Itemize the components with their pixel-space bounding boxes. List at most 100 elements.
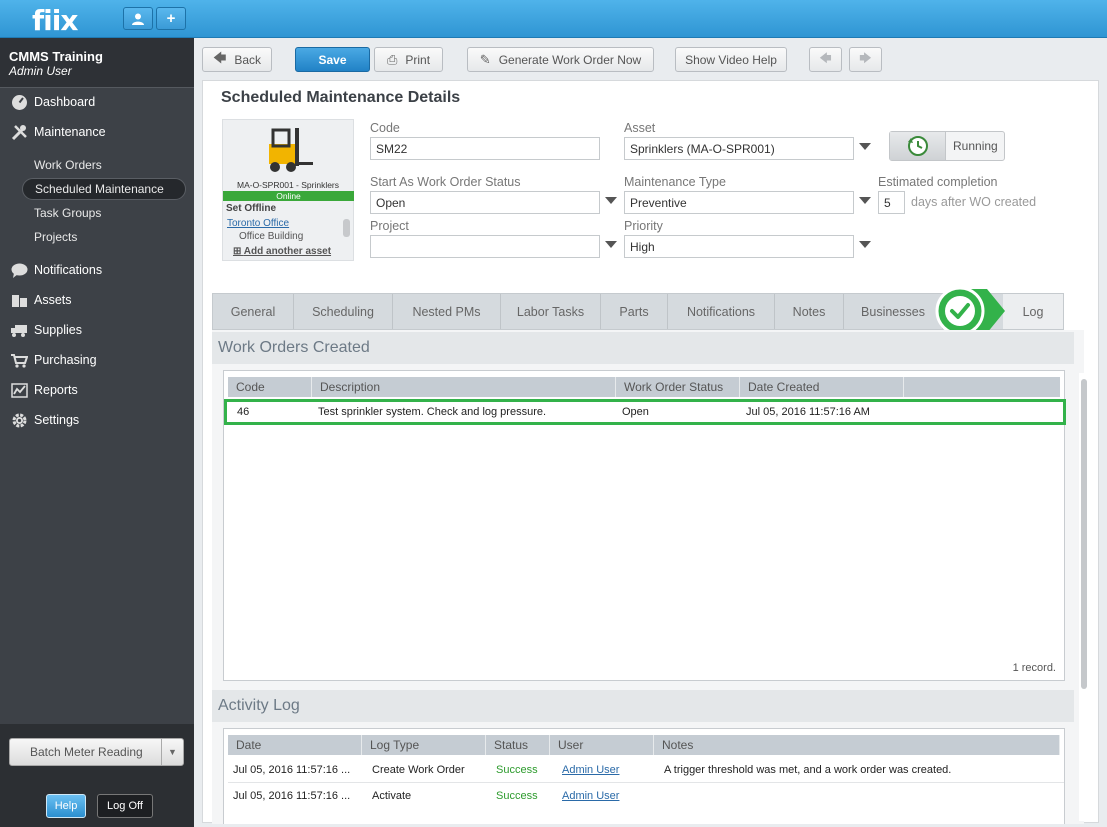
running-toggle[interactable]: Running <box>889 131 1005 161</box>
table-row[interactable]: Jul 05, 2016 11:57:16 ... Activate Succe… <box>228 783 1064 809</box>
code-field[interactable]: SM22 <box>370 137 600 160</box>
work-orders-header: Code Description Work Order Status Date … <box>228 377 1060 397</box>
sidebar-bottom: Batch Meter Reading ▼ Help Log Off <box>0 724 194 827</box>
table-row[interactable]: 46 Test sprinkler system. Check and log … <box>224 399 1066 425</box>
table-row[interactable]: Jul 05, 2016 11:57:16 ... Create Work Or… <box>228 757 1064 783</box>
location-link[interactable]: Toronto Office <box>227 218 289 229</box>
gear-icon <box>10 411 28 429</box>
col-status[interactable]: Status <box>486 735 550 755</box>
content-scrollbar[interactable] <box>1079 373 1089 821</box>
work-orders-created-title: Work Orders Created <box>212 332 1074 364</box>
show-video-help-button[interactable]: Show Video Help <box>675 47 787 72</box>
cell-description: Test sprinkler system. Check and log pre… <box>318 406 547 418</box>
speech-bubble-icon <box>10 261 28 279</box>
col-log-type[interactable]: Log Type <box>362 735 486 755</box>
set-offline-link[interactable]: Set Offline <box>226 203 276 214</box>
add-another-asset-link[interactable]: ⊞ Add another asset <box>233 246 331 257</box>
tab-scheduling[interactable]: Scheduling <box>294 294 393 329</box>
nav-notifications[interactable]: Notifications <box>0 256 194 284</box>
nav-supplies[interactable]: Supplies <box>0 316 194 344</box>
work-orders-grid: Code Description Work Order Status Date … <box>223 370 1066 681</box>
print-label: Print <box>405 52 431 67</box>
tab-parts[interactable]: Parts <box>601 294 668 329</box>
cell-user-link[interactable]: Admin User <box>552 757 654 782</box>
add-asset-label: Add another asset <box>243 246 332 257</box>
col-work-order-status[interactable]: Work Order Status <box>616 377 740 397</box>
plus-icon: ⊞ <box>233 246 244 257</box>
cell-user-link[interactable]: Admin User <box>552 783 654 809</box>
chevron-down-icon[interactable]: ▼ <box>161 739 183 765</box>
status-label: Start As Work Order Status <box>370 175 521 189</box>
estimated-completion-label: Estimated completion <box>878 175 998 189</box>
help-button[interactable]: Help <box>46 794 86 818</box>
cell-code: 46 <box>237 406 250 418</box>
asset-status-badge: Online <box>223 191 354 201</box>
fiix-logo[interactable]: fiix <box>32 4 78 37</box>
account-info: CMMS Training Admin User <box>0 38 194 88</box>
nav-reports[interactable]: Reports <box>0 376 194 404</box>
asset-list-scrollbar[interactable] <box>343 219 350 237</box>
col-user[interactable]: User <box>550 735 654 755</box>
checkmark-callout-icon <box>935 286 1005 336</box>
record-count: 1 record. <box>1012 662 1056 674</box>
tab-businesses[interactable]: Businesses <box>844 294 943 329</box>
project-dropdown-icon[interactable] <box>605 241 617 248</box>
batch-meter-reading-label: Batch Meter Reading <box>30 745 143 759</box>
col-description[interactable]: Description <box>312 377 616 397</box>
sidebar: CMMS Training Admin User Dashboard Maint… <box>0 38 194 827</box>
log-off-button[interactable]: Log Off <box>97 794 153 818</box>
activity-log-grid: Date Log Type Status User Notes Jul 05, … <box>223 728 1065 824</box>
batch-meter-reading-button[interactable]: Batch Meter Reading ▼ <box>9 738 184 766</box>
priority-dropdown-icon[interactable] <box>859 241 871 248</box>
nav-maintenance[interactable]: Maintenance <box>0 118 194 146</box>
cell-status: Open <box>622 406 649 418</box>
asset-dropdown-icon[interactable] <box>859 143 871 150</box>
col-notes[interactable]: Notes <box>654 735 1060 755</box>
user-name: Admin User <box>9 64 72 78</box>
col-date[interactable]: Date <box>228 735 362 755</box>
nav-assets[interactable]: Assets <box>0 286 194 314</box>
project-select[interactable] <box>370 235 600 258</box>
main-area: 🡄 Back Save ⎙ Print ✎ Generate Work Order N… <box>194 38 1107 827</box>
org-name: CMMS Training <box>9 49 103 64</box>
priority-label: Priority <box>624 219 663 233</box>
next-record-button[interactable]: 🡆 <box>849 47 882 72</box>
nav-purchasing[interactable]: Purchasing <box>0 346 194 374</box>
maintenance-type-dropdown-icon[interactable] <box>859 197 871 204</box>
nav-settings[interactable]: Settings <box>0 406 194 434</box>
scrollbar-thumb[interactable] <box>1081 379 1087 689</box>
nav-dashboard-label: Dashboard <box>34 95 96 109</box>
tab-nested-pms[interactable]: Nested PMs <box>393 294 501 329</box>
running-label: Running <box>953 139 998 153</box>
tab-labor-tasks[interactable]: Labor Tasks <box>501 294 601 329</box>
print-button[interactable]: ⎙ Print <box>374 47 443 72</box>
col-code[interactable]: Code <box>228 377 312 397</box>
priority-select[interactable]: High <box>624 235 854 258</box>
schedule-clock-icon <box>890 132 946 160</box>
add-new-button[interactable]: + <box>156 7 186 30</box>
nav-sub-projects[interactable]: Projects <box>22 226 186 248</box>
back-button[interactable]: 🡄 Back <box>202 47 272 72</box>
estimated-days-input[interactable]: 5 <box>878 191 905 214</box>
maintenance-type-select[interactable]: Preventive <box>624 191 854 214</box>
building-label: Office Building <box>239 231 304 242</box>
nav-sub-scheduled-maintenance[interactable]: Scheduled Maintenance <box>22 178 186 200</box>
work-order-status-select[interactable]: Open <box>370 191 600 214</box>
save-button[interactable]: Save <box>295 47 370 72</box>
previous-record-button[interactable]: 🡄 <box>809 47 842 72</box>
user-profile-button[interactable] <box>123 7 153 30</box>
dashboard-icon <box>10 93 28 111</box>
tab-notes[interactable]: Notes <box>775 294 844 329</box>
cell-log-type: Activate <box>372 790 412 802</box>
nav-sub-work-orders[interactable]: Work Orders <box>22 154 186 176</box>
cart-icon <box>10 351 28 369</box>
tab-log[interactable]: Log <box>1003 294 1063 329</box>
tab-general[interactable]: General <box>213 294 294 329</box>
generate-work-order-button[interactable]: ✎ Generate Work Order Now <box>467 47 654 72</box>
status-dropdown-icon[interactable] <box>605 197 617 204</box>
asset-field[interactable]: Sprinklers (MA-O-SPR001) <box>624 137 854 160</box>
nav-dashboard[interactable]: Dashboard <box>0 88 194 116</box>
nav-sub-task-groups[interactable]: Task Groups <box>22 202 186 224</box>
col-date-created[interactable]: Date Created <box>740 377 904 397</box>
tab-notifications[interactable]: Notifications <box>668 294 775 329</box>
